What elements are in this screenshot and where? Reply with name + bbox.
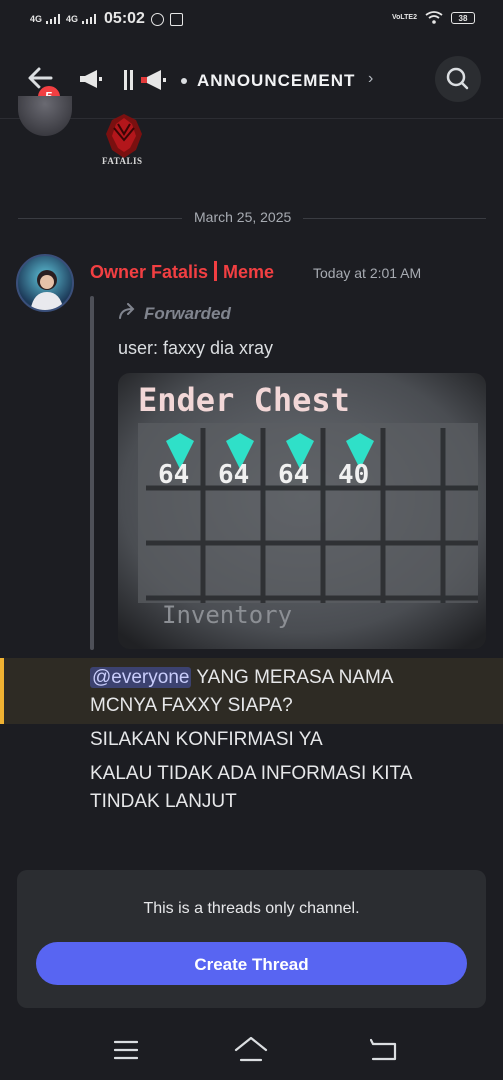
stack-count: 64 (158, 460, 189, 490)
threads-info-text: This is a threads only channel. (143, 900, 360, 917)
nav-back-icon[interactable] (370, 1038, 398, 1062)
system-nav-bar (0, 1020, 503, 1080)
separator-icon (130, 70, 133, 90)
date-divider: March 25, 2025 (182, 209, 304, 225)
network-label-1: 4G (30, 14, 43, 24)
author-name[interactable]: Owner Fatalis (90, 262, 208, 282)
message-text: YANG MERASA NAMA (191, 667, 394, 688)
author-separator (214, 261, 218, 281)
search-button[interactable] (435, 56, 481, 102)
chevron-right-icon[interactable]: › (368, 70, 373, 88)
fatalis-logo-image[interactable] (98, 110, 150, 176)
forwarded-label: Forwarded (118, 303, 231, 324)
avatar[interactable] (18, 96, 72, 136)
logo-text: FATALIS (102, 156, 143, 166)
image-title: Ender Chest (138, 381, 350, 419)
clock: 05:02 (104, 10, 145, 27)
signal-icon (46, 14, 61, 24)
channel-dot-icon (181, 78, 187, 84)
megaphone-icon (80, 70, 102, 88)
stack-count: 64 (278, 460, 309, 490)
forwarded-text: user: faxxy dia xray (118, 338, 274, 358)
create-thread-button[interactable]: Create Thread (36, 942, 467, 985)
message-line: @everyone YANG MERASA NAMA (90, 664, 490, 692)
message-line: SILAKAN KONFIRMASI YA (90, 729, 323, 750)
everyone-mention[interactable]: @everyone (90, 667, 192, 688)
message-content: @everyone YANG MERASA NAMA MCNYA FAXXY S… (90, 664, 490, 816)
wifi-icon (425, 11, 443, 24)
message-timestamp: Today at 2:01 AM (313, 265, 422, 281)
menu-icon[interactable] (114, 1040, 138, 1060)
channel-title[interactable]: ANNOUNCEMENT (197, 71, 355, 91)
stack-count: 40 (338, 460, 369, 490)
message-line: TINDAK LANJUT (90, 791, 237, 812)
home-icon[interactable] (234, 1036, 268, 1062)
network-label-2: 4G (66, 14, 79, 24)
threads-only-card: This is a threads only channel. Create T… (17, 870, 486, 1008)
stack-count: 64 (218, 460, 249, 490)
search-icon (446, 67, 469, 90)
notification-app-icon (169, 12, 183, 26)
message-line: MCNYA FAXXY SIAPA? (90, 695, 293, 716)
attachment-image[interactable]: Ender Chest 64 64 64 40 Inventory (118, 373, 486, 649)
forward-quote-bar (90, 296, 94, 650)
author-name-suffix[interactable]: Meme (223, 262, 274, 282)
channel-header: 5 ANNOUNCEMENT › (0, 40, 503, 119)
status-bar: 4G 4G 05:02 VoLTE2 38 (0, 0, 503, 38)
ender-chest-screenshot: Ender Chest 64 64 64 40 Inventory (118, 373, 486, 649)
whatsapp-icon (150, 12, 164, 26)
megaphone-icon (141, 70, 166, 90)
avatar[interactable] (16, 254, 74, 312)
image-footer: Inventory (162, 601, 292, 629)
mention-bar (0, 658, 4, 724)
separator-icon (124, 70, 127, 90)
signal-icon (82, 14, 97, 24)
battery-indicator: 38 (451, 11, 475, 24)
avatar-image (30, 270, 64, 310)
forward-icon (119, 303, 135, 319)
message-line: KALAU TIDAK ADA INFORMASI KITA (90, 763, 413, 784)
volte-indicator: VoLTE2 (391, 14, 417, 21)
message-author[interactable]: Owner Fatalis Meme (90, 261, 274, 283)
